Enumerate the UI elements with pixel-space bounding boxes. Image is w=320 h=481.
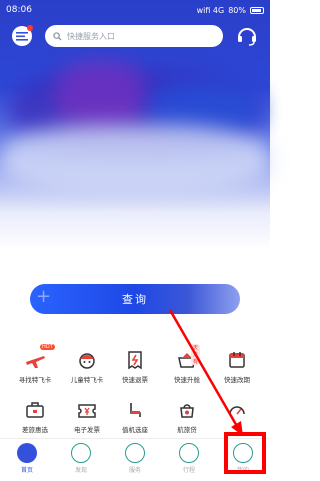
grid-item-label: 快速升舱: [174, 376, 200, 384]
tab-label: 发现: [74, 467, 87, 474]
grid-item-label: 寻找特飞卡: [18, 376, 52, 384]
calendar-icon: [229, 352, 245, 368]
loan-icon: [180, 404, 194, 418]
invoice-icon: [78, 404, 96, 418]
search-input[interactable]: 快捷服务入口: [45, 25, 223, 47]
notification-dot: [27, 25, 33, 31]
top-bar: 快捷服务入口: [0, 22, 270, 50]
grid-item-label: 快速改期: [224, 376, 250, 384]
child-face-icon: [79, 353, 95, 369]
tab-label: 服务: [128, 467, 141, 474]
tab-trip[interactable]: 行程: [162, 443, 216, 474]
tab-label: 行程: [182, 467, 195, 474]
grid-item-checkin-seat[interactable]: 值机选座: [108, 400, 162, 434]
query-button[interactable]: + 查询: [30, 284, 240, 314]
message-button[interactable]: [12, 25, 33, 46]
grid-item-travel-loan[interactable]: 航旅贷: [160, 400, 214, 434]
grid-item-e-invoice[interactable]: 电子发票: [60, 400, 114, 434]
customer-service-icon[interactable]: [236, 26, 258, 46]
refund-ticket-icon: [128, 351, 142, 370]
grid-item-quick-reschedule[interactable]: 快速改期: [210, 350, 264, 384]
grid-item-quick-upgrade[interactable]: 天天有 快速升舱: [160, 344, 214, 384]
tab-label: 首页: [20, 467, 33, 474]
grid-item-child-flight-card[interactable]: 儿童特飞卡: [60, 350, 114, 384]
grid-item-label: 差旅惠选: [22, 426, 48, 434]
tab-service[interactable]: 服务: [108, 443, 162, 474]
battery-icon: [250, 6, 264, 14]
plus-decor-icon: +: [36, 286, 54, 307]
tab-discover[interactable]: 发现: [54, 443, 108, 474]
grid-item-label: 值机选座: [122, 426, 148, 434]
status-bar: 08:06 wifi 4G 80%: [0, 0, 270, 20]
home-icon: [17, 443, 37, 463]
status-signal: wifi 4G: [196, 5, 225, 15]
search-placeholder: 快捷服务入口: [67, 31, 115, 41]
seat-icon: [130, 403, 141, 417]
discover-icon: [71, 443, 91, 463]
promo-badge: 天天有: [191, 344, 201, 365]
query-button-label: 查询: [122, 293, 148, 306]
banner-blur: [55, 60, 145, 130]
tab-home[interactable]: 首页: [0, 443, 54, 474]
grid-item-quick-refund[interactable]: 快速退票: [108, 350, 162, 384]
banner-blur: [0, 125, 270, 195]
grid-item-business-travel[interactable]: 差旅惠选: [8, 400, 62, 434]
grid-item-find-flight-card[interactable]: HOT 寻找特飞卡: [8, 344, 62, 384]
hot-badge: HOT: [40, 344, 55, 350]
status-time: 08:06: [6, 5, 32, 15]
annotation-highlight-box: [224, 432, 266, 474]
grid-item-more[interactable]: [210, 400, 264, 424]
search-icon: [53, 31, 62, 41]
trip-icon: [179, 443, 199, 463]
plane-icon: [26, 356, 45, 368]
grid-item-label: 航旅贷: [177, 426, 197, 434]
grid-item-label: 电子发票: [74, 426, 100, 434]
status-battery-percent: 80%: [228, 5, 246, 15]
grid-item-label: 快速退票: [122, 376, 148, 384]
menu-icon: [16, 32, 28, 41]
grid-item-label: 儿童特飞卡: [70, 376, 104, 384]
service-icon: [125, 443, 145, 463]
more-icon: [229, 406, 245, 415]
briefcase-icon: [26, 402, 44, 418]
